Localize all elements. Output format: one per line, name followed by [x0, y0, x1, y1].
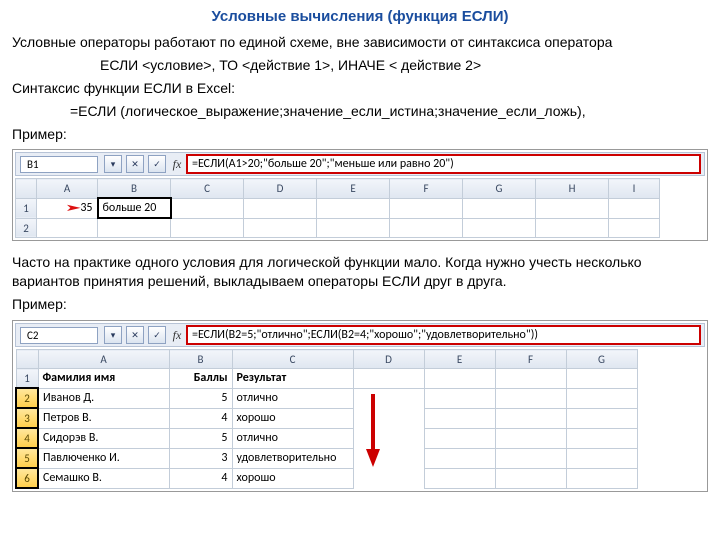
p4: =ЕСЛИ (логическое_выражение;значение_есл… [0, 100, 720, 123]
table-row[interactable]: Павлюченко И. [38, 448, 169, 468]
hdr-score[interactable]: Баллы [169, 369, 232, 389]
cell-B1[interactable]: больше 20 [98, 198, 171, 218]
col-G[interactable]: G [463, 179, 536, 199]
row-1[interactable]: 1 [16, 198, 37, 218]
formula-input-2[interactable]: =ЕСЛИ(B2=5;"отлично";ЕСЛИ(B2=4;"хорошо";… [186, 325, 701, 345]
col-H[interactable]: H [536, 179, 609, 199]
page-title: Условные вычисления (функция ЕСЛИ) [0, 0, 720, 31]
name-box[interactable]: B1 [20, 156, 98, 173]
col-F[interactable]: F [390, 179, 463, 199]
example-2: C2 ▾ ✕ ✓ fx =ЕСЛИ(B2=5;"отлично";ЕСЛИ(B2… [12, 320, 708, 492]
name-dropdown-icon[interactable]: ▾ [104, 326, 122, 344]
col-C[interactable]: C [171, 179, 244, 199]
cancel-icon[interactable]: ✕ [126, 326, 144, 344]
col-E[interactable]: E [317, 179, 390, 199]
p5: Пример: [0, 123, 720, 146]
table-row[interactable]: Петров В. [38, 408, 169, 428]
cancel-icon[interactable]: ✕ [126, 155, 144, 173]
p7: Пример: [0, 293, 720, 316]
enter-icon[interactable]: ✓ [148, 155, 166, 173]
hdr-result[interactable]: Результат [232, 369, 353, 389]
row-2[interactable]: 2 [16, 218, 37, 238]
fx-icon[interactable]: fx [168, 328, 186, 343]
table-row[interactable]: Сидорэв В. [38, 428, 169, 448]
grid-1[interactable]: A B C D E F G H I 1 ➤ 35 больше 20 2 [15, 178, 660, 238]
col-B[interactable]: B [98, 179, 171, 199]
hdr-name[interactable]: Фамилия имя [38, 369, 169, 389]
p3: Синтаксис функции ЕСЛИ в Excel: [0, 77, 720, 100]
col-D[interactable]: D [244, 179, 317, 199]
formula-bar-2: C2 ▾ ✕ ✓ fx =ЕСЛИ(B2=5;"отлично";ЕСЛИ(B2… [15, 323, 705, 347]
name-box-2[interactable]: C2 [20, 327, 98, 344]
p6: Часто на практике одного условия для лог… [0, 251, 720, 293]
grid-2[interactable]: A B C D E F G 1 Фамилия имя Баллы Резуль… [15, 349, 638, 489]
name-dropdown-icon[interactable]: ▾ [104, 155, 122, 173]
cell-A1[interactable]: ➤ 35 [37, 198, 98, 218]
fx-icon[interactable]: fx [168, 157, 186, 172]
select-all[interactable] [16, 179, 37, 199]
example-1: B1 ▾ ✕ ✓ fx =ЕСЛИ(A1>20;"больше 20";"мен… [12, 149, 708, 241]
col-A[interactable]: A [37, 179, 98, 199]
arrow-down-icon [358, 389, 388, 469]
table-row[interactable]: Семашко В. [38, 468, 169, 488]
formula-bar: B1 ▾ ✕ ✓ fx =ЕСЛИ(A1>20;"больше 20";"мен… [15, 152, 705, 176]
enter-icon[interactable]: ✓ [148, 326, 166, 344]
p2: ЕСЛИ <условие>, ТО <действие 1>, ИНАЧЕ <… [0, 54, 720, 77]
table-row[interactable]: Иванов Д. [38, 388, 169, 408]
arrow-icon: ➤ [65, 201, 82, 214]
col-I[interactable]: I [609, 179, 660, 199]
p1: Условные операторы работают по единой сх… [0, 31, 720, 54]
formula-input[interactable]: =ЕСЛИ(A1>20;"больше 20";"меньше или равн… [186, 154, 701, 174]
